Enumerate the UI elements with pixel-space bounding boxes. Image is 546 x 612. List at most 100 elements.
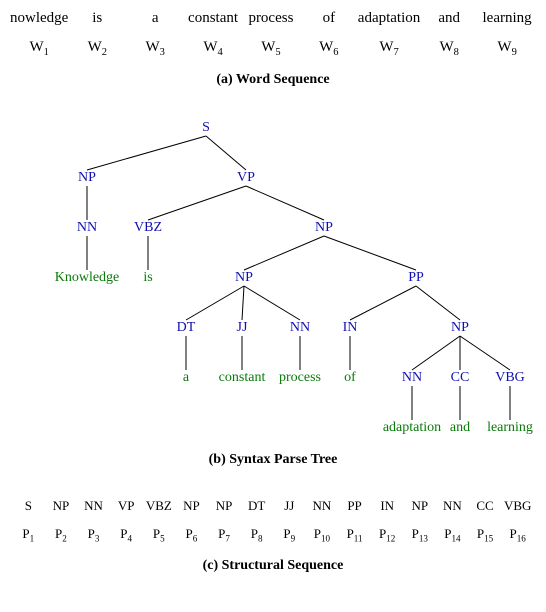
nonterminal-node: NN: [402, 370, 422, 386]
nonterminal-node: JJ: [237, 320, 248, 336]
word-text: learning: [478, 10, 536, 27]
terminal-node: Knowledge: [55, 270, 120, 286]
pos-label: P12: [371, 526, 404, 544]
nonterminal-node: NP: [235, 270, 253, 286]
pos-tag: JJ: [273, 498, 306, 514]
pos-cell: CCP15: [469, 498, 502, 544]
word-label: W1: [10, 39, 68, 58]
terminal-node: learning: [487, 420, 533, 436]
pos-cell: VBG P16: [501, 498, 534, 544]
word-cell: and W8: [420, 10, 478, 58]
word-text: constant: [184, 10, 242, 27]
pos-label: P15: [469, 526, 502, 544]
pos-label: P3: [77, 526, 110, 544]
pos-label: P2: [45, 526, 78, 544]
pos-label: P4: [110, 526, 143, 544]
pos-cell: VP P4: [110, 498, 143, 544]
pos-tag: NP: [404, 498, 437, 514]
pos-label: P10: [306, 526, 339, 544]
nonterminal-node: CC: [451, 370, 470, 386]
pos-cell: NN P3: [77, 498, 110, 544]
caption-a: (a) Word Sequence: [10, 72, 536, 88]
word-label: W3: [126, 39, 184, 58]
pos-tag: NN: [436, 498, 469, 514]
pos-label: P13: [404, 526, 437, 544]
word-cell: of W6: [300, 10, 358, 58]
terminal-node: is: [143, 270, 152, 286]
nonterminal-node: S: [202, 120, 210, 136]
structural-sequence: SP1NPP2NNP3VPP4VBZP5NPP6NPP7DTP8JJP9NNP1…: [10, 498, 536, 544]
pos-cell: NP P2: [45, 498, 78, 544]
word-cell: nowledge W1: [10, 10, 68, 58]
nonterminal-node: VBG: [495, 370, 525, 386]
pos-cell: IN P12: [371, 498, 404, 544]
word-label: W8: [420, 39, 478, 58]
pos-label: P6: [175, 526, 208, 544]
pos-cell: S P1: [12, 498, 45, 544]
pos-tag: NP: [208, 498, 241, 514]
pos-label: P14: [436, 526, 469, 544]
pos-label: P7: [208, 526, 241, 544]
pos-cell: NP P6: [175, 498, 208, 544]
pos-tag: NN: [306, 498, 339, 514]
caption-c: (c) Structural Sequence: [10, 558, 536, 574]
word-label: W7: [358, 39, 420, 58]
word-cell: learning W9: [478, 10, 536, 58]
pos-tag: PP: [338, 498, 371, 514]
nonterminal-node: PP: [408, 270, 424, 286]
terminal-node: constant: [219, 370, 266, 386]
pos-label: P9: [273, 526, 306, 544]
pos-tag: NP: [45, 498, 78, 514]
word-text: process: [242, 10, 300, 27]
caption-b: (b) Syntax Parse Tree: [10, 452, 536, 468]
pos-cell: NP P13: [404, 498, 437, 544]
pos-tag: NN: [77, 498, 110, 514]
nonterminal-node: IN: [343, 320, 358, 336]
pos-label: P11: [338, 526, 371, 544]
word-text: a: [126, 10, 184, 27]
nonterminal-node: NP: [315, 220, 333, 236]
word-label: W9: [478, 39, 536, 58]
word-label: W6: [300, 39, 358, 58]
nonterminal-node: NP: [451, 320, 469, 336]
word-label: W4: [184, 39, 242, 58]
word-sequence: nowledge W1is W2a W3constant W4process W5of W6…: [10, 10, 536, 58]
pos-cell: DT P8: [240, 498, 273, 544]
word-text: adaptation: [358, 10, 420, 27]
nonterminal-node: DT: [177, 320, 196, 336]
word-text: nowledge: [10, 10, 68, 27]
pos-cell: JJ P9: [273, 498, 306, 544]
pos-label: P1: [12, 526, 45, 544]
nonterminal-node: VBZ: [134, 220, 162, 236]
pos-tag: VBZ: [143, 498, 176, 514]
pos-tag: VP: [110, 498, 143, 514]
word-label: W5: [242, 39, 300, 58]
nonterminal-node: VP: [237, 170, 255, 186]
pos-cell: NN P10: [306, 498, 339, 544]
terminal-node: a: [183, 370, 189, 386]
word-cell: process W5: [242, 10, 300, 58]
pos-tag: DT: [240, 498, 273, 514]
pos-cell: NP P7: [208, 498, 241, 544]
pos-cell: VBZ P5: [143, 498, 176, 544]
pos-tag: VBG: [501, 498, 534, 514]
word-cell: is W2: [68, 10, 126, 58]
pos-label: P8: [240, 526, 273, 544]
word-label: W2: [68, 39, 126, 58]
pos-tag: NP: [175, 498, 208, 514]
nonterminal-node: NN: [290, 320, 310, 336]
word-cell: adaptation W7: [358, 10, 420, 58]
pos-cell: NN P14: [436, 498, 469, 544]
terminal-node: adaptation: [383, 420, 441, 436]
pos-label: P5: [143, 526, 176, 544]
nonterminal-node: NN: [77, 220, 97, 236]
word-text: and: [420, 10, 478, 27]
pos-tag: S: [12, 498, 45, 514]
word-cell: constant W4: [184, 10, 242, 58]
pos-tag: IN: [371, 498, 404, 514]
word-text: is: [68, 10, 126, 27]
terminal-node: process: [279, 370, 321, 386]
pos-label: P16: [501, 526, 534, 544]
syntax-parse-tree: SNPVPNNVBZNPKnowledgeisNPPPDTJJNNINNPaco…: [10, 118, 536, 438]
word-text: of: [300, 10, 358, 27]
